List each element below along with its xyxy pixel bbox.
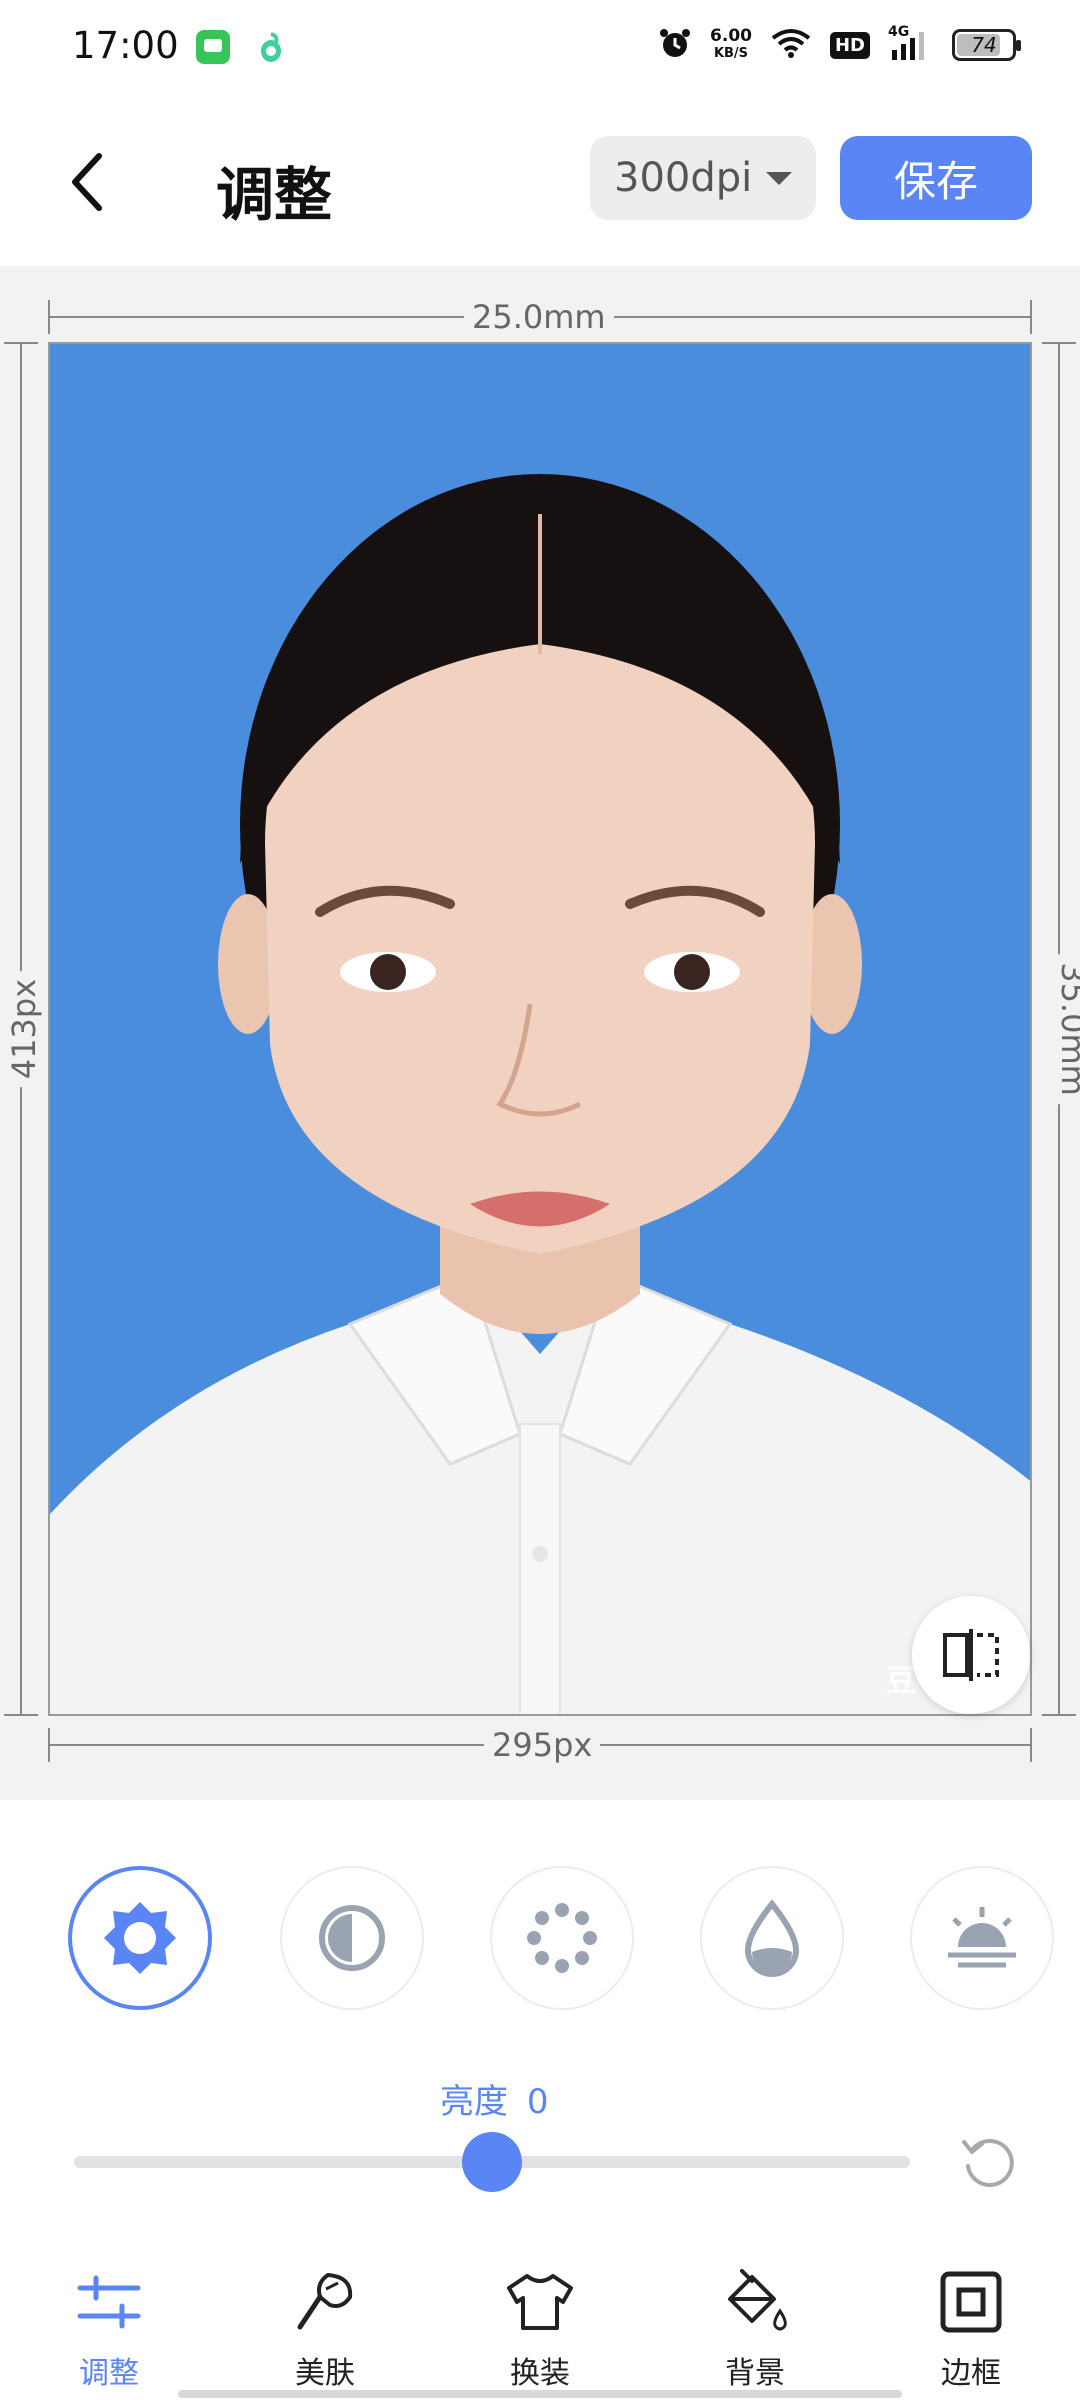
brightness-slider-thumb[interactable] xyxy=(462,2132,522,2192)
nav-frame[interactable]: 边框 xyxy=(886,2250,1056,2400)
home-indicator xyxy=(178,2390,902,2398)
bottom-nav: 调整 美肤 换装 背景 边框 xyxy=(0,2250,1080,2400)
exposure-icon xyxy=(948,1907,1016,1968)
width-mm-tick-right xyxy=(1030,300,1032,334)
nav-label-skin: 美肤 xyxy=(295,2356,355,2391)
net-speed-unit: KB/S xyxy=(713,46,749,61)
wifi-icon xyxy=(770,27,812,63)
height-px-label: 413px xyxy=(5,970,44,1088)
height-mm-label: 35.0mm xyxy=(1053,954,1080,1104)
tint-icon xyxy=(744,1899,800,1977)
reset-icon xyxy=(962,2139,1014,2187)
notification-icons xyxy=(196,30,286,64)
nav-label-outfit: 换装 xyxy=(510,2356,570,2391)
page-title: 调整 xyxy=(216,161,333,229)
nav-background[interactable]: 背景 xyxy=(670,2250,840,2400)
contrast-icon xyxy=(319,1905,385,1971)
dpi-selected-value: 300dpi xyxy=(614,155,753,201)
tool-tint[interactable] xyxy=(700,1866,844,2010)
saturation-icon xyxy=(527,1903,597,1973)
battery-icon: 74 xyxy=(952,29,1021,61)
tool-brightness[interactable] xyxy=(68,1866,212,2010)
status-bar: 17:00 6.00 KB/S HD 4G 74 xyxy=(0,0,1080,96)
height-px-tick-top xyxy=(4,342,38,344)
chevron-left-icon xyxy=(72,153,102,211)
adjust-tools xyxy=(0,1866,1080,2016)
shirt-icon xyxy=(502,2264,578,2340)
reset-button[interactable] xyxy=(954,2128,1022,2196)
height-mm-tick-top xyxy=(1042,342,1076,344)
id-photo[interactable] xyxy=(48,342,1032,1716)
height-mm-tick-bottom xyxy=(1042,1714,1076,1716)
tool-exposure[interactable] xyxy=(910,1866,1054,2010)
tool-contrast[interactable] xyxy=(280,1866,424,2010)
slider-value: 0 xyxy=(526,2082,549,2122)
status-time: 17:00 xyxy=(72,24,179,67)
height-px-tick-bottom xyxy=(4,1714,38,1716)
dpi-select[interactable]: 300dpi xyxy=(590,136,816,220)
nav-outfit[interactable]: 换装 xyxy=(455,2250,625,2400)
nav-label-frame: 边框 xyxy=(941,2356,1001,2391)
caret-down-icon xyxy=(766,172,792,185)
width-px-label: 295px xyxy=(484,1726,601,1764)
leaf-app-icon xyxy=(256,30,286,64)
hd-badge: HD xyxy=(829,31,870,59)
width-mm-label: 25.0mm xyxy=(464,298,614,336)
width-px-tick-left xyxy=(48,1728,50,1762)
slider-label: 亮度 0 xyxy=(440,2074,548,2123)
width-mm-tick-left xyxy=(48,300,50,334)
compare-button[interactable] xyxy=(912,1596,1030,1714)
portrait-image xyxy=(50,474,1030,1714)
nav-skin[interactable]: 美肤 xyxy=(240,2250,410,2400)
compare-split-icon xyxy=(943,1629,999,1681)
message-app-icon xyxy=(196,30,230,64)
net-speed-value: 6.00 xyxy=(710,26,752,46)
skin-brush-icon xyxy=(287,2264,363,2340)
width-px-tick-right xyxy=(1030,1728,1032,1762)
sliders-icon xyxy=(71,2264,147,2340)
nav-label-adjust: 调整 xyxy=(79,2356,139,2391)
signal-icon: 4G xyxy=(888,24,934,62)
save-button[interactable]: 保存 xyxy=(840,136,1032,220)
alarm-icon xyxy=(658,26,692,64)
paint-bucket-icon xyxy=(717,2264,793,2340)
status-right-icons: 6.00 KB/S HD 4G 74 xyxy=(658,24,1021,64)
nav-adjust[interactable]: 调整 xyxy=(24,2250,194,2400)
brightness-icon xyxy=(104,1902,176,1974)
nav-label-background: 背景 xyxy=(725,2356,785,2391)
top-bar: 调整 300dpi 保存 xyxy=(0,96,1080,266)
back-button[interactable] xyxy=(52,140,122,224)
slider-name: 亮度 xyxy=(440,2082,508,2122)
tool-saturation[interactable] xyxy=(490,1866,634,2010)
frame-icon xyxy=(933,2264,1009,2340)
net-speed: 6.00 KB/S xyxy=(710,28,752,62)
battery-text: 74 xyxy=(971,33,997,57)
